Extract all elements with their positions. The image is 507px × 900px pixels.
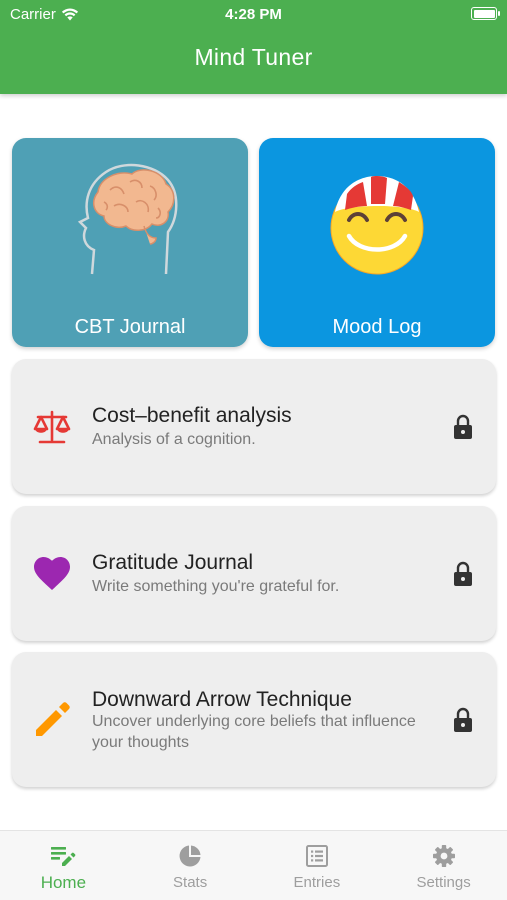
card-subtitle: Write something you're grateful for. — [92, 578, 340, 595]
tab-stats[interactable]: Stats — [127, 831, 254, 900]
downward-arrow-card[interactable]: Downward Arrow Technique Uncover underly… — [12, 652, 496, 787]
card-title: Downward Arrow Technique — [92, 688, 352, 711]
bottom-tab-bar: Home Stats Entries Settings — [0, 830, 507, 900]
card-title: Gratitude Journal — [92, 551, 254, 574]
status-bar: Carrier 4:28 PM — [0, 0, 507, 30]
battery-icon — [471, 7, 500, 20]
card-subtitle: Uncover underlying core beliefs that inf… — [92, 713, 416, 751]
gratitude-journal-card[interactable]: Gratitude Journal Write something you're… — [12, 506, 496, 641]
tab-entries[interactable]: Entries — [254, 831, 381, 900]
mood-log-label: Mood Log — [332, 316, 422, 338]
heart-icon — [34, 556, 70, 590]
pie-chart-icon — [179, 845, 201, 867]
cbt-journal-tile[interactable]: CBT Journal — [12, 138, 248, 347]
tab-stats-label: Stats — [173, 874, 208, 891]
list-icon — [305, 845, 328, 867]
smiley-face-icon — [330, 176, 424, 275]
brain-head-icon — [77, 163, 178, 275]
lock-icon — [454, 707, 472, 732]
card-title: Cost–benefit analysis — [92, 404, 292, 427]
tab-settings[interactable]: Settings — [380, 831, 507, 900]
tab-home[interactable]: Home — [0, 831, 127, 900]
tab-settings-label: Settings — [416, 874, 471, 891]
pencil-icon — [36, 701, 70, 736]
mood-log-tile[interactable]: Mood Log — [259, 138, 495, 347]
status-time: 4:28 PM — [225, 6, 282, 23]
app-bar: Carrier 4:28 PM Mind Tuner — [0, 0, 507, 94]
card-subtitle: Analysis of a cognition. — [92, 431, 256, 448]
page-title: Mind Tuner — [194, 44, 313, 70]
journal-edit-icon — [51, 847, 76, 866]
gear-icon — [432, 845, 455, 867]
lock-icon — [454, 414, 472, 439]
tab-home-label: Home — [40, 873, 87, 892]
scales-icon — [33, 410, 71, 443]
lock-icon — [454, 561, 472, 586]
cost-benefit-card[interactable]: Cost–benefit analysis Analysis of a cogn… — [12, 359, 496, 494]
tab-entries-label: Entries — [293, 874, 341, 891]
cbt-journal-label: CBT Journal — [74, 316, 186, 338]
